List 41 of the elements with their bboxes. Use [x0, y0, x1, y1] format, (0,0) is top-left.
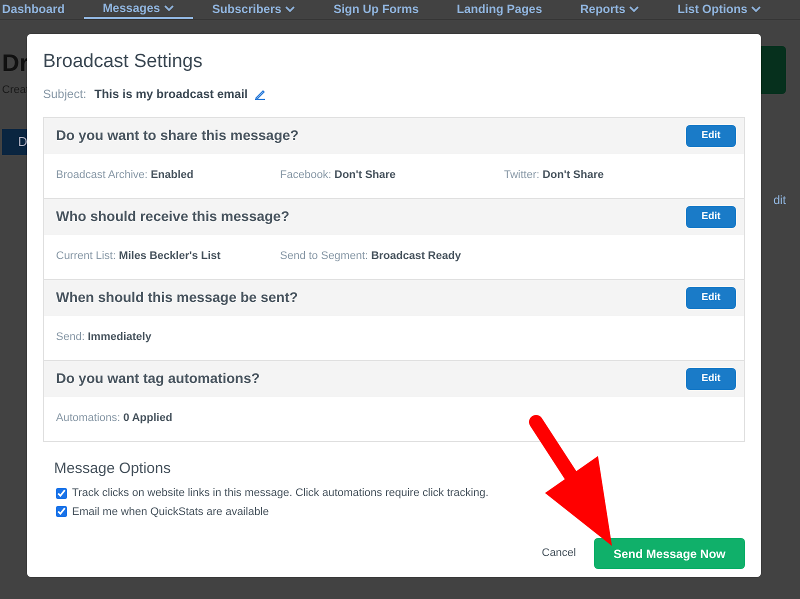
cancel-button[interactable]: Cancel: [542, 545, 576, 562]
edit-button[interactable]: Edit: [686, 286, 736, 308]
section-question: When should this message be sent?: [56, 288, 298, 307]
subject-text: This is my broadcast email: [94, 86, 248, 102]
option-label: Track clicks on website links in this message. Click automations require click tracking.: [72, 486, 489, 501]
subject-label: Subject:: [43, 86, 86, 102]
section-question: Do you want tag automations?: [56, 369, 260, 388]
edit-link[interactable]: dit: [773, 191, 786, 209]
field-label: Automations:: [56, 411, 120, 426]
send-button[interactable]: Send Message Now: [594, 538, 745, 569]
nav-tab[interactable]: Landing Pages: [438, 0, 562, 19]
field-label: Current List:: [56, 249, 116, 264]
edit-button[interactable]: Edit: [686, 368, 736, 390]
section-question: Who should receive this message?: [56, 207, 290, 226]
options-title: Message Options: [53, 458, 172, 478]
field-label: Facebook:: [280, 168, 332, 184]
nav-tab[interactable]: Subscribers: [193, 0, 314, 19]
nav-tab[interactable]: List Options: [658, 0, 780, 19]
edit-button[interactable]: Edit: [686, 124, 736, 146]
field-label: Send to Segment:: [280, 249, 368, 264]
field-value: 0 Applied: [123, 411, 172, 426]
option-checkbox[interactable]: [56, 488, 67, 499]
option-checkbox[interactable]: [56, 506, 67, 518]
nav-tab[interactable]: Sign Up Forms: [314, 0, 438, 19]
edit-button[interactable]: Edit: [686, 206, 736, 228]
nav-tab[interactable]: Reports: [561, 0, 658, 19]
modal-title: Broadcast Settings: [43, 50, 204, 74]
field-value: Miles Beckler's List: [118, 249, 221, 264]
field-value: Don't Share: [542, 168, 604, 184]
pencil-icon[interactable]: [254, 88, 266, 100]
section-question: Do you want to share this message?: [56, 126, 299, 145]
field-label: Twitter:: [504, 168, 540, 184]
option-label: Email me when QuickStats are available: [72, 504, 269, 520]
nav-tab[interactable]: Messages: [84, 0, 194, 19]
field-value: Don't Share: [334, 168, 396, 184]
field-value: Enabled: [150, 168, 194, 184]
field-value: Broadcast Ready: [371, 249, 461, 264]
field-value: Immediately: [88, 330, 152, 346]
field-label: Send:: [56, 330, 85, 346]
nav-tab[interactable]: Dashboard: [0, 0, 84, 19]
field-label: Broadcast Archive:: [56, 168, 148, 184]
